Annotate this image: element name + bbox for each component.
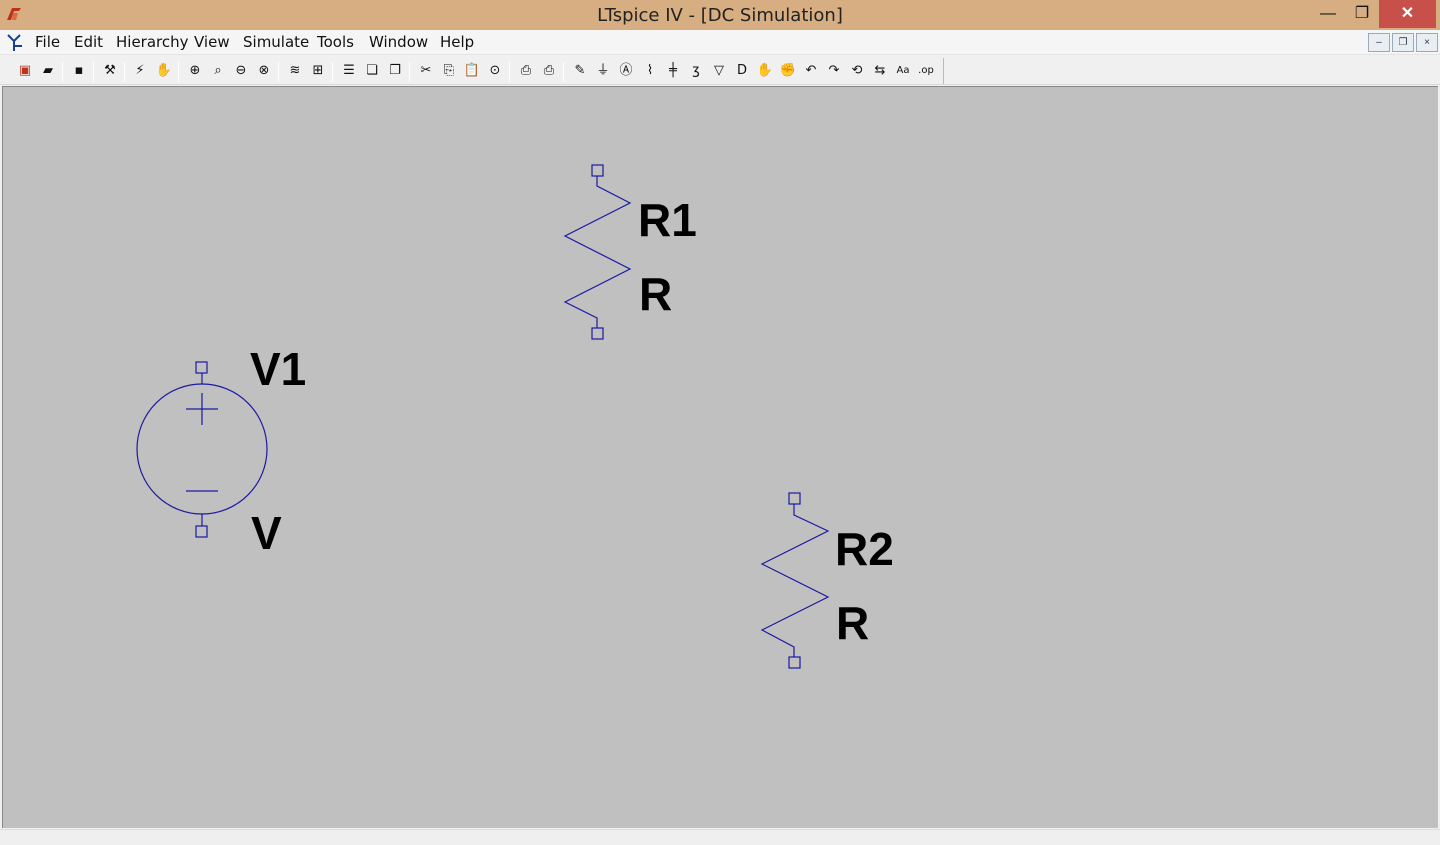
r2-name-label[interactable]: R2: [835, 526, 894, 572]
paste-icon[interactable]: 📋: [463, 62, 481, 80]
print-preview-icon[interactable]: ⎙: [517, 62, 535, 80]
menu-hierarchy[interactable]: Hierarchy: [116, 33, 189, 51]
title-bar: LTspice IV - [DC Simulation] — ❐ ✕: [0, 0, 1440, 30]
delete-plot-icon[interactable]: ⊞: [309, 62, 327, 80]
undo-icon[interactable]: ↶: [802, 62, 820, 80]
mdi-close-button[interactable]: ×: [1416, 33, 1438, 52]
toolbar-separator: [62, 62, 63, 82]
menu-view[interactable]: View: [194, 33, 230, 51]
mdi-minimize-button[interactable]: –: [1368, 33, 1390, 52]
zoom-out-icon[interactable]: ⊖: [232, 62, 250, 80]
toolbar-separator: [93, 62, 94, 82]
cut-icon[interactable]: ✂: [417, 62, 435, 80]
autoscale-icon[interactable]: ≋: [286, 62, 304, 80]
spice-directive-icon[interactable]: .op: [917, 62, 935, 80]
toolbar-separator: [124, 62, 125, 82]
toolbar-separator: [278, 62, 279, 82]
toolbar-separator: [409, 62, 410, 82]
inductor-icon[interactable]: ʒ: [687, 62, 705, 80]
r2-top-pin[interactable]: [788, 492, 801, 505]
find-icon[interactable]: ⊙: [486, 62, 504, 80]
menu-file[interactable]: File: [35, 33, 60, 51]
window-title: LTspice IV - [DC Simulation]: [597, 5, 843, 26]
redo-icon[interactable]: ↷: [825, 62, 843, 80]
save-icon[interactable]: ▪: [70, 62, 88, 80]
label-net-icon[interactable]: Ⓐ: [617, 62, 635, 80]
v1-name-label[interactable]: V1: [250, 346, 306, 392]
run-icon[interactable]: ⚡: [131, 62, 149, 80]
zoom-in-icon[interactable]: ⊕: [186, 62, 204, 80]
r1-zigzag: [563, 176, 632, 328]
copy-icon[interactable]: ⎘: [440, 62, 458, 80]
toolbar-separator: [178, 62, 179, 82]
halt-icon[interactable]: ✋: [155, 62, 173, 80]
v1-top-pin[interactable]: [195, 361, 208, 374]
toolbar-separator: [332, 62, 333, 82]
toolbar-strip: ▣ ▰ ▪ ⚒ ⚡ ✋ ⊕ ⌕ ⊖ ⊗ ≋ ⊞ ☰ ❏ ❐ ✂ ⎘ 📋 ⊙ ⎙ ⎙ ✎ ⏚ Ⓐ ⌇ ╪ ʒ ▽ D ✋ ✊ ↶ ↷ ⟲ ⇆ Aa .op: [4, 58, 944, 84]
maximize-button[interactable]: ❐: [1342, 0, 1382, 28]
mirror-icon[interactable]: ⇆: [871, 62, 889, 80]
v1-bottom-pin[interactable]: [195, 525, 208, 538]
component-icon[interactable]: D: [733, 62, 751, 80]
mdi-restore-button[interactable]: ❐: [1392, 33, 1414, 52]
resistor-r2[interactable]: [760, 492, 830, 669]
zoom-cancel-icon[interactable]: ⊗: [255, 62, 273, 80]
close-button[interactable]: ✕: [1379, 0, 1436, 28]
r1-top-pin[interactable]: [591, 164, 604, 177]
menu-tools[interactable]: Tools: [317, 33, 354, 51]
v1-value-label[interactable]: V: [251, 510, 282, 556]
new-schematic-icon[interactable]: ▣: [16, 62, 34, 80]
menu-edit[interactable]: Edit: [74, 33, 103, 51]
toolbar: ▣ ▰ ▪ ⚒ ⚡ ✋ ⊕ ⌕ ⊖ ⊗ ≋ ⊞ ☰ ❏ ❐ ✂ ⎘ 📋 ⊙ ⎙ ⎙ ✎ ⏚ Ⓐ ⌇ ╪ ʒ ▽ D ✋ ✊ ↶ ↷ ⟲ ⇆ Aa .op: [0, 56, 1440, 85]
schematic-canvas[interactable]: V1 V R1 R R2 R: [2, 86, 1438, 828]
r2-value-label[interactable]: R: [836, 600, 869, 646]
schematic-drawing: [136, 164, 830, 669]
ground-icon[interactable]: ⏚: [594, 62, 612, 80]
r1-name-label[interactable]: R1: [638, 197, 697, 243]
menu-window[interactable]: Window: [369, 33, 428, 51]
tile-vertical-icon[interactable]: ❐: [386, 62, 404, 80]
r1-bottom-pin[interactable]: [591, 327, 604, 340]
control-panel-icon[interactable]: ⚒: [101, 62, 119, 80]
schematic-doc-icon[interactable]: [4, 32, 26, 54]
text-icon[interactable]: Aa: [894, 62, 912, 80]
menu-help[interactable]: Help: [440, 33, 474, 51]
rotate-icon[interactable]: ⟲: [848, 62, 866, 80]
cascade-icon[interactable]: ❏: [363, 62, 381, 80]
move-icon[interactable]: ✋: [756, 62, 774, 80]
menu-simulate[interactable]: Simulate: [243, 33, 309, 51]
r2-zigzag: [760, 504, 830, 657]
tile-horizontal-icon[interactable]: ☰: [340, 62, 358, 80]
status-bar: [0, 829, 1440, 845]
draw-wire-icon[interactable]: ✎: [571, 62, 589, 80]
toolbar-separator: [563, 62, 564, 82]
zoom-fit-icon[interactable]: ⌕: [209, 62, 227, 80]
voltage-source-v1[interactable]: [136, 361, 268, 538]
toolbar-separator: [509, 62, 510, 82]
print-icon[interactable]: ⎙: [540, 62, 558, 80]
capacitor-icon[interactable]: ╪: [664, 62, 682, 80]
open-folder-icon[interactable]: ▰: [39, 62, 57, 80]
resistor-icon[interactable]: ⌇: [641, 62, 659, 80]
drag-icon[interactable]: ✊: [779, 62, 797, 80]
r2-bottom-pin[interactable]: [788, 656, 801, 669]
menu-bar: File Edit Hierarchy View Simulate Tools …: [0, 30, 1440, 55]
r1-value-label[interactable]: R: [639, 271, 672, 317]
resistor-r1[interactable]: [563, 164, 632, 340]
diode-icon[interactable]: ▽: [710, 62, 728, 80]
